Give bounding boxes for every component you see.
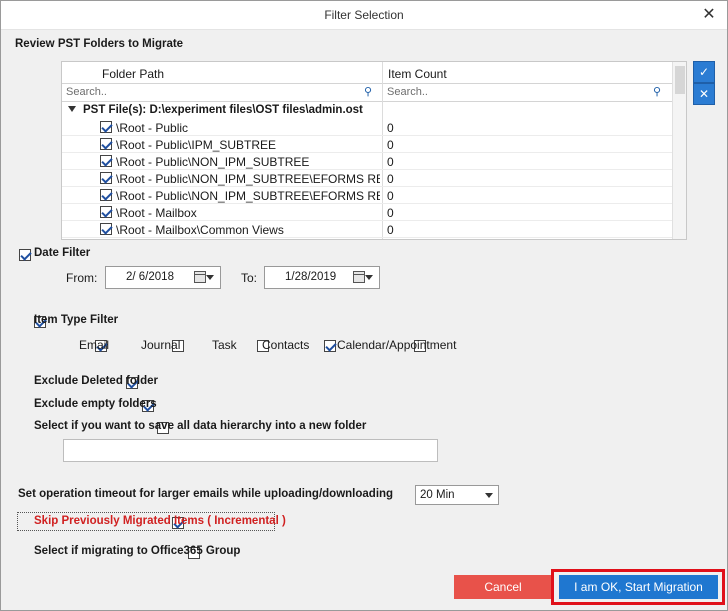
from-date-picker[interactable]: 2/ 6/2018: [105, 266, 221, 289]
folder-checkbox[interactable]: [100, 189, 112, 201]
item-type-filter-label: Item Type Filter: [34, 314, 119, 326]
chevron-down-icon: [485, 493, 493, 498]
folder-count: 0: [387, 121, 394, 135]
folder-count: 0: [387, 172, 394, 186]
column-item-count[interactable]: Item Count: [388, 67, 447, 81]
skip-migrated-label: Skip Previously Migrated Items ( Increme…: [34, 515, 286, 527]
folder-checkbox[interactable]: [100, 155, 112, 167]
folder-checkbox[interactable]: [100, 223, 112, 235]
folder-count: 0: [387, 206, 394, 220]
save-hierarchy-label: Select if you want to save all data hier…: [34, 420, 367, 432]
folder-path: \Root - Public\NON_IPM_SUBTREE\EFORMS RE…: [116, 189, 380, 203]
column-folder-path[interactable]: Folder Path: [102, 67, 164, 81]
window-title: Filter Selection: [324, 8, 404, 22]
folder-row[interactable]: \Root - Public\IPM_SUBTREE 0: [62, 136, 672, 153]
type-email-label: Email: [79, 338, 110, 352]
office365-group-label: Select if migrating to Office365 Group: [34, 545, 241, 557]
folder-path: \Root - Public: [116, 121, 189, 135]
folder-checkbox[interactable]: [100, 138, 112, 150]
filter-selection-dialog: Filter Selection ✕ Review PST Folders to…: [0, 0, 728, 611]
folder-row[interactable]: \Root - Mailbox\Common Views 0: [62, 221, 672, 238]
folder-path: \Root - Public\IPM_SUBTREE: [116, 138, 277, 152]
calendar-icon[interactable]: [353, 271, 373, 283]
folder-count: 0: [387, 138, 394, 152]
folder-row[interactable]: \Root - Public\NON_IPM_SUBTREE\EFORMS RE…: [62, 170, 672, 187]
title-bar: Filter Selection ✕: [1, 1, 727, 30]
cancel-button[interactable]: Cancel: [454, 575, 552, 599]
new-folder-name-input[interactable]: [63, 439, 438, 462]
clear-all-icon[interactable]: ✕: [693, 83, 715, 105]
exclude-empty-label: Exclude empty folders: [34, 398, 157, 410]
start-migration-button[interactable]: I am OK, Start Migration: [559, 575, 718, 599]
folder-count: 0: [387, 189, 394, 203]
folder-path: \Root - Mailbox: [116, 206, 197, 220]
folder-row[interactable]: \Root - Public\NON_IPM_SUBTREE 0: [62, 153, 672, 170]
folder-path-search-input[interactable]: Search.. ⚲: [62, 84, 382, 102]
check-all-icon[interactable]: ✓: [693, 61, 715, 83]
type-contacts-checkbox[interactable]: [323, 339, 336, 352]
timeout-select[interactable]: 20 Min: [415, 485, 499, 505]
to-label: To:: [241, 271, 258, 285]
pst-root-label: PST File(s): D:\experiment files\OST fil…: [83, 104, 363, 116]
folder-count: 0: [387, 223, 394, 237]
date-filter-checkbox[interactable]: [19, 248, 31, 261]
close-icon[interactable]: ✕: [697, 5, 721, 25]
folder-path: \Root - Mailbox\Common Views: [116, 223, 284, 237]
collapse-arrow-icon[interactable]: [68, 106, 76, 112]
folder-row[interactable]: \Root - Public\NON_IPM_SUBTREE\EFORMS RE…: [62, 187, 672, 204]
timeout-label: Set operation timeout for larger emails …: [18, 488, 394, 500]
folder-row[interactable]: \Root - Mailbox 0: [62, 204, 672, 221]
review-heading: Review PST Folders to Migrate: [15, 38, 184, 50]
folder-row[interactable]: \Root - Public 0: [62, 119, 672, 136]
folder-path: \Root - Public\NON_IPM_SUBTREE: [116, 155, 310, 169]
to-date-picker[interactable]: 1/28/2019: [264, 266, 380, 289]
tree-scrollbar[interactable]: [672, 62, 686, 239]
date-filter-label: Date Filter: [34, 247, 91, 259]
scrollbar-thumb[interactable]: [675, 66, 685, 94]
type-journal-label: Journal: [141, 338, 181, 352]
type-calendar-label: Calendar/Appointment: [337, 338, 457, 352]
folder-checkbox[interactable]: [100, 121, 112, 133]
item-count-search-input[interactable]: Search.. ⚲: [383, 84, 672, 102]
tree-header: Folder Path Item Count: [62, 62, 672, 84]
search-icon: ⚲: [653, 86, 662, 98]
folder-checkbox[interactable]: [100, 206, 112, 218]
calendar-icon[interactable]: [194, 271, 214, 283]
folder-tree: Folder Path Item Count Search.. ⚲ Search…: [61, 61, 687, 240]
folder-path: \Root - Public\NON_IPM_SUBTREE\EFORMS RE…: [116, 172, 380, 186]
type-task-label: Task: [212, 338, 237, 352]
exclude-deleted-label: Exclude Deleted folder: [34, 375, 158, 387]
type-contacts-label: Contacts: [262, 338, 310, 352]
folder-checkbox[interactable]: [100, 172, 112, 184]
search-icon: ⚲: [364, 86, 373, 98]
from-label: From:: [66, 271, 98, 285]
pst-root-node[interactable]: PST File(s): D:\experiment files\OST fil…: [62, 102, 672, 119]
folder-count: 0: [387, 155, 394, 169]
